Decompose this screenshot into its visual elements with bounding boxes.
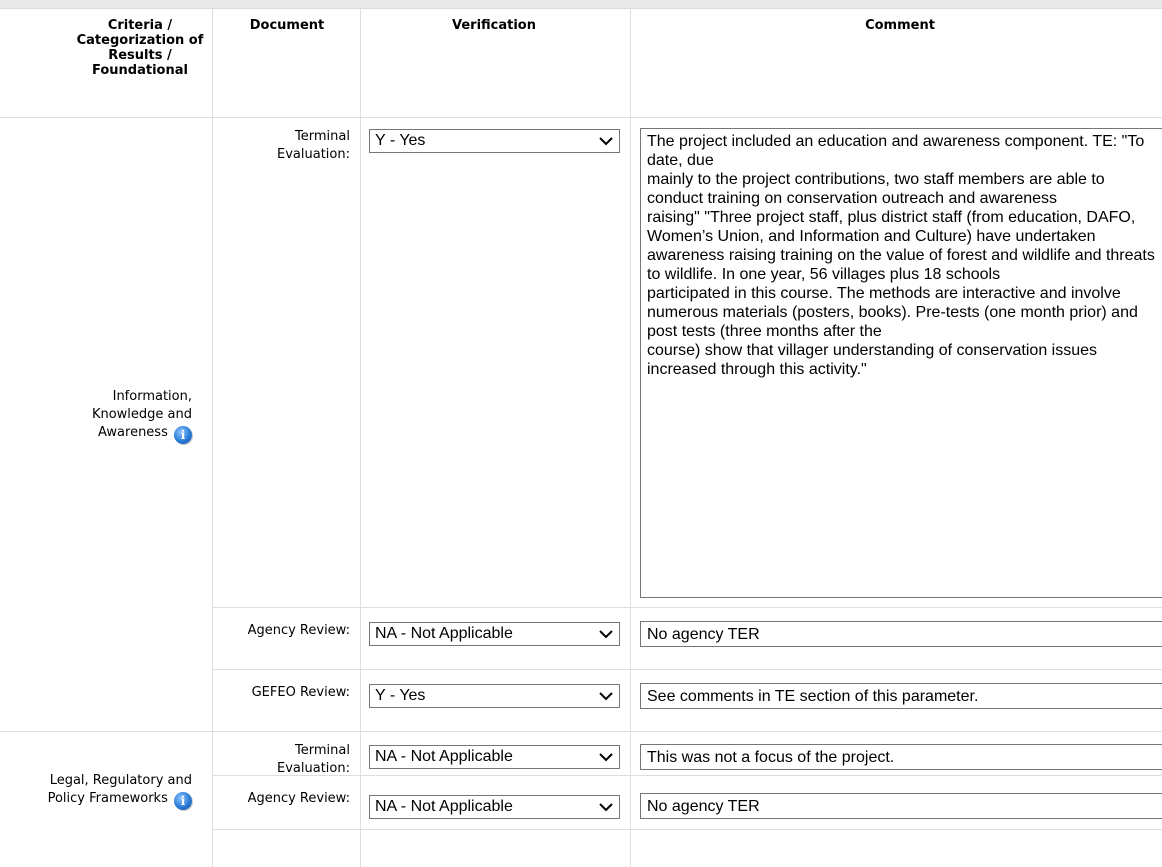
verification-select[interactable]: Y - Yes <box>369 129 620 153</box>
row-divider <box>212 607 1162 608</box>
criteria-information-knowledge-awareness: Information, Knowledge and Awareness i <box>40 388 192 444</box>
row-divider <box>0 731 1162 732</box>
select-value: Y - Yes <box>375 132 426 149</box>
comment-textarea[interactable]: No agency TER <box>640 621 1162 647</box>
comment-textarea[interactable]: This was not a focus of the project. <box>640 744 1162 770</box>
document-label: Terminal Evaluation: <box>277 129 350 162</box>
verification-select[interactable]: NA - Not Applicable <box>369 745 620 769</box>
table-top-border <box>0 0 1162 9</box>
row-divider <box>212 669 1162 670</box>
chevron-down-icon <box>599 692 613 701</box>
row-divider <box>0 117 1162 118</box>
info-icon[interactable]: i <box>174 792 192 810</box>
verification-select[interactable]: Y - Yes <box>369 684 620 708</box>
chevron-down-icon <box>599 630 613 639</box>
row-divider <box>212 829 1162 830</box>
select-value: Y - Yes <box>375 687 426 704</box>
document-label: Agency Review: <box>247 623 350 638</box>
comment-textarea[interactable]: See comments in TE section of this param… <box>640 683 1162 709</box>
column-divider <box>212 8 213 867</box>
header-criteria: Criteria / Categorization of Results / F… <box>76 18 204 78</box>
header-comment: Comment <box>865 18 935 33</box>
criteria-label: Legal, Regulatory and Policy Frameworks <box>47 773 192 806</box>
document-label: Agency Review: <box>247 791 350 806</box>
select-value: NA - Not Applicable <box>375 748 513 765</box>
verification-select[interactable]: NA - Not Applicable <box>369 622 620 646</box>
column-divider <box>630 8 631 867</box>
info-icon[interactable]: i <box>174 426 192 444</box>
chevron-down-icon <box>599 803 613 812</box>
criteria-legal-regulatory-policy: Legal, Regulatory and Policy Frameworks … <box>40 772 192 810</box>
chevron-down-icon <box>599 137 613 146</box>
select-value: NA - Not Applicable <box>375 798 513 815</box>
chevron-down-icon <box>599 753 613 762</box>
column-divider <box>360 8 361 867</box>
select-value: NA - Not Applicable <box>375 625 513 642</box>
row-divider <box>212 775 1162 776</box>
comment-textarea[interactable]: No agency TER <box>640 793 1162 819</box>
verification-select[interactable]: NA - Not Applicable <box>369 795 620 819</box>
review-form: Criteria / Categorization of Results / F… <box>0 0 1162 867</box>
header-document: Document <box>249 18 325 33</box>
document-label: GEFEO Review: <box>251 685 350 700</box>
header-verification: Verification <box>451 18 536 33</box>
document-label: Terminal Evaluation: <box>277 743 350 776</box>
comment-textarea[interactable]: The project included an education and aw… <box>640 128 1162 598</box>
